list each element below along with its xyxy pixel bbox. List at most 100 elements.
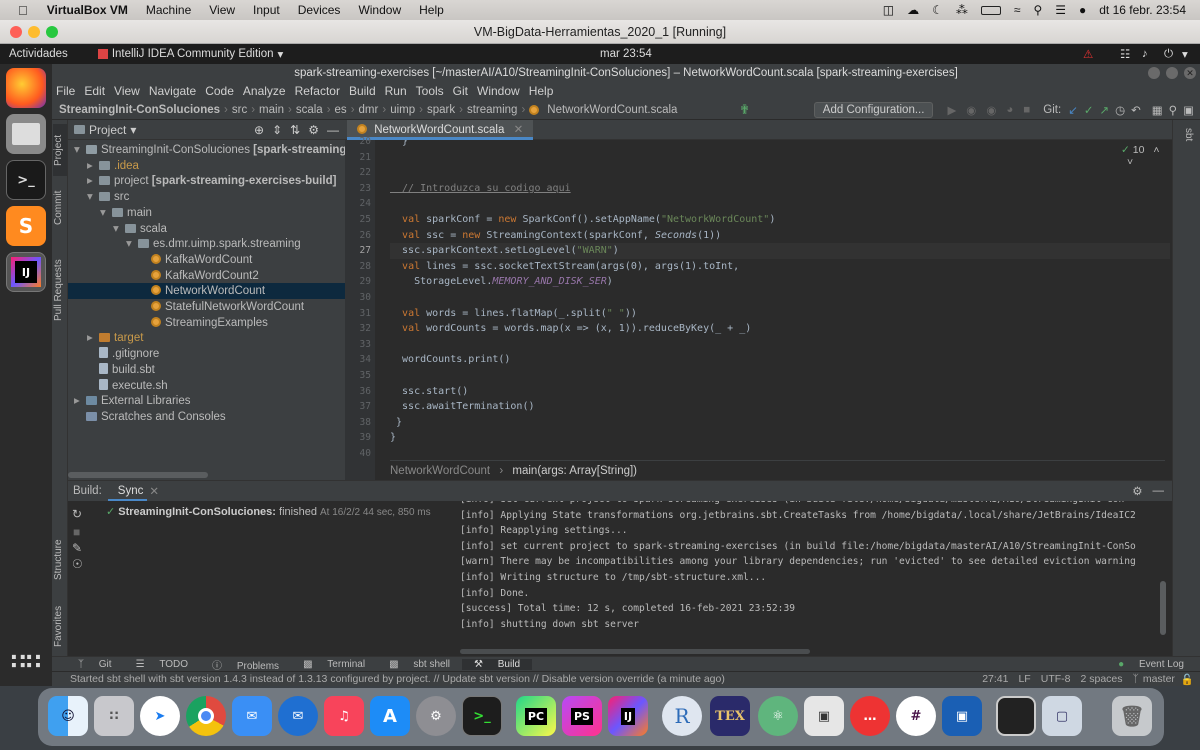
tex-icon[interactable]: TEX (710, 696, 750, 736)
breadcrumb-src[interactable]: src (228, 104, 251, 116)
volume-icon[interactable]: ♪ (1142, 48, 1148, 60)
files-icon[interactable] (6, 114, 46, 154)
history-icon[interactable]: ◷ (1112, 103, 1128, 117)
menu-view[interactable]: View (110, 84, 145, 98)
add-configuration-button[interactable]: Add Configuration... (813, 101, 934, 118)
safari-icon[interactable]: ➤ (140, 696, 180, 736)
code-line[interactable] (390, 165, 1170, 181)
mail-icon[interactable]: ✉ (232, 696, 272, 736)
gnome-clock[interactable]: mar 23:54 (600, 48, 652, 60)
apple-icon[interactable]:  (0, 3, 38, 18)
speech-bubble-icon[interactable]: … (850, 696, 890, 736)
power-icon[interactable]: ⏻ (1164, 48, 1173, 61)
pin-icon[interactable]: ✎ (72, 541, 82, 555)
atom-icon[interactable]: ⚛ (758, 696, 798, 736)
code-line[interactable]: } (390, 415, 1170, 431)
code-line[interactable] (390, 196, 1170, 212)
menu-refactor[interactable]: Refactor (291, 84, 345, 98)
intellij-icon[interactable]: IJ (608, 696, 648, 736)
vertical-scrollbar[interactable] (1160, 581, 1166, 635)
project-tree-item[interactable]: execute.sh (68, 378, 345, 394)
screenshot-icon[interactable]: ▣ (804, 696, 844, 736)
virtualbox-icon[interactable]: ▣ (942, 696, 982, 736)
tab-sbt[interactable]: sbt (1180, 128, 1194, 141)
menu-help[interactable]: Help (410, 3, 453, 17)
locate-icon[interactable]: ⊕ (250, 123, 268, 137)
git-branch[interactable]: master (1141, 673, 1181, 685)
cloud-icon[interactable]: ☁ (907, 3, 919, 17)
tool-git[interactable]: ᛉ Git (52, 659, 124, 670)
menu-edit[interactable]: Edit (80, 84, 110, 98)
git-commit-icon[interactable]: ✓ (1081, 103, 1097, 117)
menu-view[interactable]: View (200, 3, 244, 17)
rollback-icon[interactable]: ↶ (1128, 103, 1144, 117)
hammer-icon[interactable]: ✟ (739, 102, 756, 118)
horizontal-scrollbar[interactable] (68, 472, 208, 478)
minimize-icon[interactable] (1148, 67, 1160, 79)
close-tab-icon[interactable]: ✕ (147, 484, 159, 498)
menu-file[interactable]: File (52, 84, 80, 98)
trash-icon[interactable]: 🗑 (1112, 696, 1152, 736)
phpstorm-icon[interactable]: PS (562, 696, 602, 736)
code-line[interactable] (390, 368, 1170, 384)
breadcrumb-project[interactable]: StreamingInit-ConSoluciones (52, 104, 224, 116)
search-icon[interactable]: ⚲ (1033, 3, 1042, 17)
chevron-down-icon[interactable]: ▾ (1182, 47, 1188, 61)
search-everywhere-icon[interactable]: ⚲ (1166, 103, 1180, 117)
breadcrumb-streaming[interactable]: streaming (463, 104, 522, 116)
chrome-icon[interactable] (186, 696, 226, 736)
chevron-down-icon[interactable]: ▾ (126, 236, 138, 252)
breadcrumb-uimp[interactable]: uimp (386, 104, 419, 116)
code-line[interactable]: StorageLevel.MEMORY_AND_DISK_SER) (390, 274, 1170, 290)
zoom-window-icon[interactable] (46, 26, 58, 38)
code-line[interactable]: wordCounts.print() (390, 352, 1170, 368)
run-icon[interactable]: ▶ (933, 103, 961, 117)
project-tree-item[interactable]: StreamingExamples (68, 315, 345, 331)
hide-icon[interactable]: — (1148, 485, 1173, 497)
code-line[interactable]: ssc.sparkContext.setLogLevel("WARN") (390, 243, 1170, 259)
line-separator[interactable]: LF (1013, 673, 1035, 685)
breadcrumb-es[interactable]: es (331, 104, 351, 116)
menu-window[interactable]: Window (473, 84, 525, 98)
menu-window[interactable]: Window (349, 3, 410, 17)
thunderbird-icon[interactable]: ✉ (278, 696, 318, 736)
preview-icon[interactable]: ▢ (1042, 696, 1082, 736)
status-message[interactable]: Started sbt shell with sbt version 1.4.3… (70, 673, 725, 685)
hide-icon[interactable]: — (323, 123, 345, 137)
moon-icon[interactable]: ☾ (932, 3, 943, 17)
code-line[interactable]: // Introduzca su codigo aqui (390, 181, 1170, 197)
tab-networkwordcount[interactable]: NetworkWordCount.scala ✕ (347, 120, 534, 140)
r-icon[interactable]: R (662, 696, 702, 736)
project-tree-item[interactable]: ▾ main (68, 205, 345, 221)
mac-clock[interactable]: dt 16 febr. 23:54 (1099, 3, 1186, 17)
project-tree-item[interactable]: KafkaWordCount2 (68, 268, 345, 284)
chevron-down-icon[interactable]: ▾ (87, 189, 99, 205)
profile-icon[interactable]: ◕ (1001, 104, 1018, 116)
menu-machine[interactable]: Machine (137, 3, 200, 17)
project-tree-item[interactable]: ▾ src (68, 189, 345, 205)
menu-devices[interactable]: Devices (289, 3, 350, 17)
project-tree-item[interactable]: Scratches and Consoles (68, 409, 345, 425)
chevron-down-icon[interactable]: ▾ (74, 142, 86, 158)
chevron-down-icon[interactable]: ▾ (274, 47, 284, 61)
tool-terminal[interactable]: ▩ Terminal (291, 659, 377, 670)
close-tab-icon[interactable]: ✕ (508, 124, 524, 136)
battery-icon[interactable] (980, 5, 1001, 15)
tab-project[interactable]: Project (53, 124, 67, 176)
wifi-icon[interactable]: ≈ (1014, 3, 1021, 17)
appstore-icon[interactable]: A (370, 696, 410, 736)
project-tree-item[interactable]: ▾ StreamingInit-ConSoluciones [spark-stre… (68, 142, 345, 158)
eye-icon[interactable]: ☉ (72, 557, 83, 571)
control-center-icon[interactable]: ☰ (1055, 3, 1066, 17)
menu-git[interactable]: Git (449, 84, 473, 98)
app-grid-icon[interactable]: ∷∷ (6, 642, 46, 682)
tool-event-log[interactable]: ● Event Log (1106, 659, 1200, 670)
pycharm-icon[interactable]: PC (516, 696, 556, 736)
tab-structure[interactable]: Structure (53, 530, 67, 590)
slack-icon[interactable]: # (896, 696, 936, 736)
sync-icon[interactable]: ↻ (72, 507, 82, 521)
screen-icon[interactable] (996, 696, 1036, 736)
code-line[interactable]: val words = lines.flatMap(_.split(" ")) (390, 306, 1170, 322)
terminal-icon[interactable]: >_ (6, 160, 46, 200)
code-line[interactable]: val ssc = new StreamingContext(sparkConf… (390, 228, 1170, 244)
